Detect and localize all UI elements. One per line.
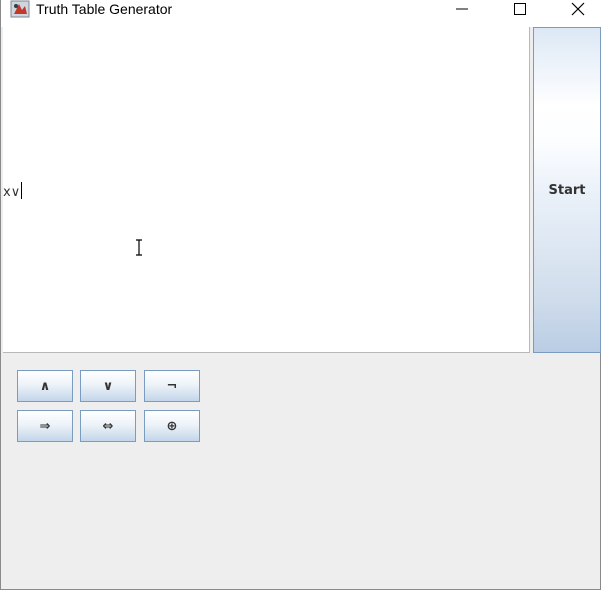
maximize-button[interactable]: [491, 0, 549, 18]
title-bar: Truth Table Generator: [1, 0, 601, 27]
app-window: Truth Table Generator x∨ Start ∧ ∨ ¬ ⇒ ⇔…: [0, 0, 601, 590]
not-operator-button[interactable]: ¬: [144, 370, 200, 402]
text-caret: [21, 182, 23, 199]
xor-operator-button[interactable]: ⊕: [144, 410, 200, 442]
minimize-icon: [456, 8, 468, 10]
text-ibeam-cursor-icon: [136, 239, 142, 256]
close-icon: [571, 2, 585, 16]
formula-input-line: x∨: [3, 182, 23, 200]
and-operator-button[interactable]: ∧: [17, 370, 73, 402]
java-app-icon: [10, 0, 30, 18]
start-button[interactable]: Start: [533, 27, 601, 353]
maximize-icon: [514, 3, 526, 15]
close-button[interactable]: [549, 0, 601, 18]
formula-text: x∨: [3, 185, 21, 200]
or-operator-button[interactable]: ∨: [80, 370, 136, 402]
implies-operator-button[interactable]: ⇒: [17, 410, 73, 442]
iff-operator-button[interactable]: ⇔: [80, 410, 136, 442]
formula-text-area[interactable]: x∨: [3, 27, 530, 353]
window-title: Truth Table Generator: [36, 1, 173, 17]
minimize-button[interactable]: [433, 0, 491, 18]
